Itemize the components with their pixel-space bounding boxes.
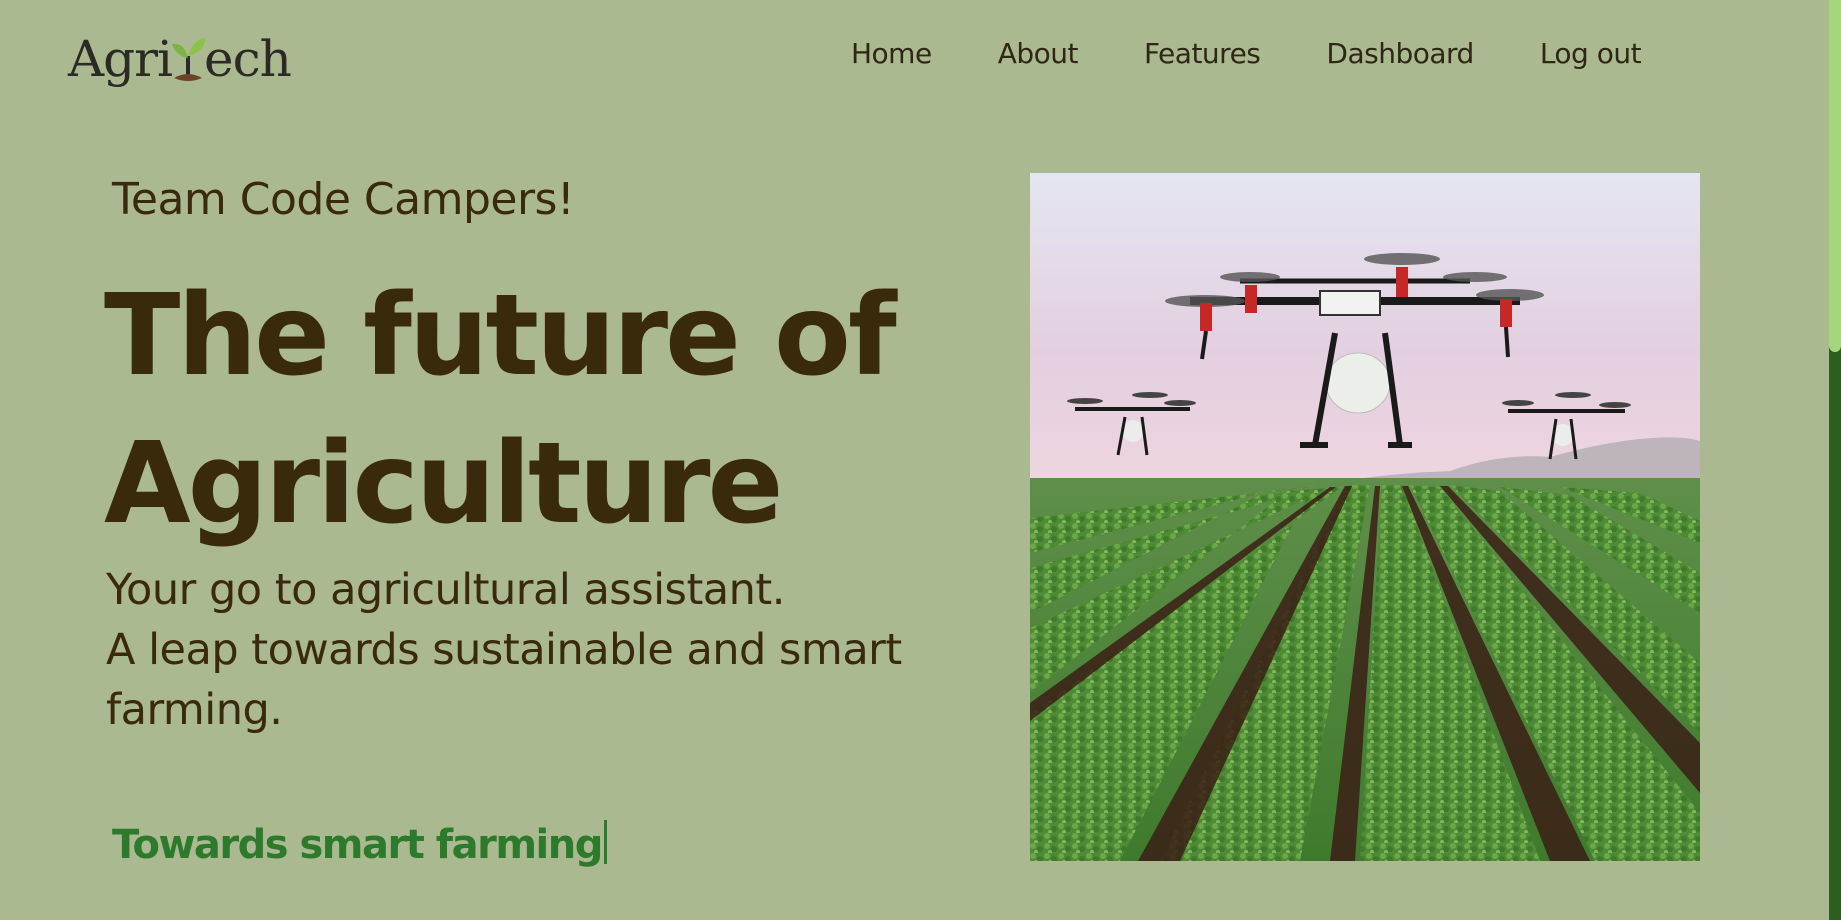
- subtitle-line-1: Your go to agricultural assistant.: [106, 565, 785, 615]
- text-caret: [603, 820, 607, 864]
- sprout-icon: [170, 34, 207, 84]
- tagline-text: Towards smart farming: [112, 822, 603, 868]
- nav-features[interactable]: Features: [1144, 34, 1261, 74]
- typing-tagline: Towards smart farming: [112, 820, 607, 868]
- page-scrollbar[interactable]: [1829, 0, 1841, 920]
- main-nav: Home About Features Dashboard Log out: [851, 34, 1642, 74]
- brand-name-suffix: ech: [204, 30, 292, 88]
- scrollbar-thumb[interactable]: [1829, 0, 1841, 352]
- hero-subtitle: Your go to agricultural assistant. A lea…: [106, 560, 1006, 740]
- headline-line-2: Agriculture: [104, 419, 783, 549]
- nav-home[interactable]: Home: [851, 34, 932, 74]
- team-name: Team Code Campers!: [112, 174, 575, 225]
- nav-dashboard[interactable]: Dashboard: [1326, 34, 1474, 74]
- brand-name-prefix: Agri: [68, 30, 173, 88]
- brand-logo[interactable]: Agri ech: [68, 22, 292, 88]
- nav-log-out[interactable]: Log out: [1540, 34, 1642, 74]
- hero-headline: The future of Agriculture: [104, 262, 964, 558]
- headline-line-1: The future of: [104, 271, 897, 401]
- subtitle-line-2: A leap towards sustainable and smart far…: [106, 625, 902, 735]
- hero-image: [1030, 173, 1700, 861]
- drones-field-illustration: [1030, 173, 1700, 861]
- nav-about[interactable]: About: [998, 34, 1079, 74]
